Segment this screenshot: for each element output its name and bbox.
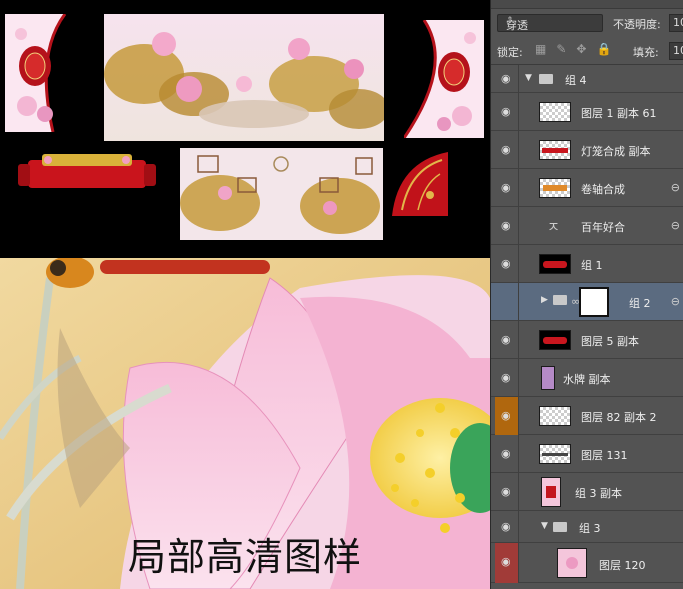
- eye-icon: ◉: [501, 409, 511, 422]
- lock-label: 锁定:: [497, 46, 523, 59]
- layer-name: 组 3 副本: [575, 487, 622, 500]
- visibility-toggle[interactable]: ◉: [495, 397, 519, 435]
- visibility-toggle[interactable]: ◉: [495, 131, 519, 169]
- eye-icon: ◉: [501, 257, 511, 270]
- blend-mode-select[interactable]: 穿透 ⇕: [497, 14, 603, 32]
- layer-thumbnail: [539, 140, 571, 160]
- invitation-backdrop-artwork: [180, 148, 383, 240]
- folder-icon: [539, 74, 553, 84]
- eye-icon: ◉: [501, 181, 511, 194]
- layer-row-group-4[interactable]: ◉ ▼ 组 4: [491, 65, 683, 93]
- corner-ornament-artwork: [392, 152, 448, 216]
- lock-position-icon[interactable]: ✥: [576, 42, 586, 56]
- scroll-artwork: [18, 154, 156, 188]
- eye-icon: ◉: [501, 371, 511, 384]
- visibility-toggle[interactable]: [495, 283, 519, 321]
- layer-name: 卷轴合成: [581, 183, 625, 196]
- opacity-input[interactable]: 10: [669, 14, 683, 32]
- visibility-toggle[interactable]: ◉: [495, 511, 519, 543]
- lock-image-icon[interactable]: ✎: [556, 42, 566, 56]
- layer-row[interactable]: ◉ 灯笼合成 副本: [491, 131, 683, 169]
- layer-thumbnail: [539, 330, 571, 350]
- right-panel-artwork: [404, 20, 484, 138]
- layer-name: 组 2: [629, 297, 651, 310]
- layer-row[interactable]: ◉ 图层 5 副本: [491, 321, 683, 359]
- design-preview: [0, 0, 490, 258]
- layer-row[interactable]: ◉ 组 1: [491, 245, 683, 283]
- layer-mask-thumbnail: [579, 287, 609, 317]
- eye-icon: ◉: [501, 447, 511, 460]
- caret-right-icon[interactable]: ▶: [541, 295, 548, 305]
- layer-row[interactable]: ◉ 水牌 副本: [491, 359, 683, 397]
- layer-name: 图层 5 副本: [581, 335, 639, 348]
- layer-thumbnail: [539, 102, 571, 122]
- detail-caption: 局部高清图样: [127, 537, 362, 579]
- text-layer-icon: ㅈ: [547, 220, 560, 236]
- layer-name: 灯笼合成 副本: [581, 145, 651, 158]
- visibility-toggle[interactable]: ◉: [495, 321, 519, 359]
- visibility-toggle[interactable]: ◉: [495, 543, 519, 583]
- layer-name: 水牌 副本: [563, 373, 611, 386]
- layer-name: 组 4: [565, 74, 587, 87]
- link-icon: ⊖: [670, 295, 680, 308]
- lock-all-icon[interactable]: 🔒: [596, 42, 611, 56]
- layer-thumbnail: [539, 406, 571, 426]
- caret-down-icon[interactable]: ▼: [525, 73, 532, 83]
- eye-icon: ◉: [501, 555, 511, 568]
- link-icon: ⊖: [670, 219, 680, 232]
- layer-row[interactable]: ◉ 组 3 副本: [491, 473, 683, 511]
- link-icon: ⊖: [670, 181, 680, 194]
- visibility-toggle[interactable]: ◉: [495, 435, 519, 473]
- panel-top-bar: [491, 0, 683, 9]
- folder-icon: [553, 295, 567, 305]
- left-panel-artwork: [5, 14, 79, 132]
- lock-buttons: ▦ ✎ ✥ 🔒: [535, 42, 611, 56]
- layer-row-group-3[interactable]: ◉ ▼ 组 3: [491, 511, 683, 543]
- layer-name: 组 1: [581, 259, 603, 272]
- layer-name: 组 3: [579, 522, 601, 535]
- main-backdrop-artwork: [104, 14, 384, 141]
- eye-icon: ◉: [501, 333, 511, 346]
- eye-icon: ◉: [501, 72, 511, 85]
- layers-panel[interactable]: 穿透 ⇕ 不透明度: 10 锁定: ▦ ✎ ✥ 🔒 填充: 10 ◉ ▼ 组 4…: [490, 0, 683, 589]
- layer-name: 百年好合: [581, 221, 625, 234]
- visibility-toggle[interactable]: ◉: [495, 207, 519, 245]
- layer-name: 图层 120: [599, 559, 646, 572]
- fill-input[interactable]: 10: [669, 42, 683, 60]
- eye-icon: ◉: [501, 485, 511, 498]
- layer-row[interactable]: ◉ 图层 120: [491, 543, 683, 583]
- visibility-toggle[interactable]: ◉: [495, 65, 519, 93]
- layer-thumbnail: [557, 548, 587, 578]
- layer-row[interactable]: ◉ 卷轴合成 ⊖: [491, 169, 683, 207]
- fill-label: 填充:: [633, 46, 659, 59]
- eye-icon: ◉: [501, 520, 511, 533]
- visibility-toggle[interactable]: ◉: [495, 473, 519, 511]
- visibility-toggle[interactable]: ◉: [495, 359, 519, 397]
- dropdown-arrow-icon: ⇕: [506, 16, 514, 26]
- layer-name: 图层 131: [581, 449, 628, 462]
- visibility-toggle[interactable]: ◉: [495, 245, 519, 283]
- layer-row[interactable]: ◉ 图层 1 副本 61: [491, 93, 683, 131]
- layer-row[interactable]: ◉ ㅈ 百年好合 ⊖: [491, 207, 683, 245]
- layer-row[interactable]: ◉ 图层 82 副本 2: [491, 397, 683, 435]
- lock-transparent-icon[interactable]: ▦: [535, 42, 546, 56]
- layer-name: 图层 82 副本 2: [581, 411, 657, 424]
- eye-icon: ◉: [501, 143, 511, 156]
- layer-thumbnail: [539, 254, 571, 274]
- layer-row-selected[interactable]: ▶ ∞ 组 2 ⊖: [491, 283, 683, 321]
- opacity-label: 不透明度:: [613, 18, 661, 31]
- eye-icon: ◉: [501, 219, 511, 232]
- folder-icon: [553, 522, 567, 532]
- caret-down-icon[interactable]: ▼: [541, 521, 548, 531]
- layer-name: 图层 1 副本 61: [581, 107, 657, 120]
- layer-thumbnail: [539, 178, 571, 198]
- eye-icon: ◉: [501, 105, 511, 118]
- layer-row[interactable]: ◉ 图层 131: [491, 435, 683, 473]
- layer-thumbnail: [539, 444, 571, 464]
- document-canvas[interactable]: 局部高清图样: [0, 0, 490, 589]
- visibility-toggle[interactable]: ◉: [495, 169, 519, 207]
- layer-thumbnail: [541, 366, 555, 390]
- visibility-toggle[interactable]: ◉: [495, 93, 519, 131]
- layer-thumbnail: [541, 477, 561, 507]
